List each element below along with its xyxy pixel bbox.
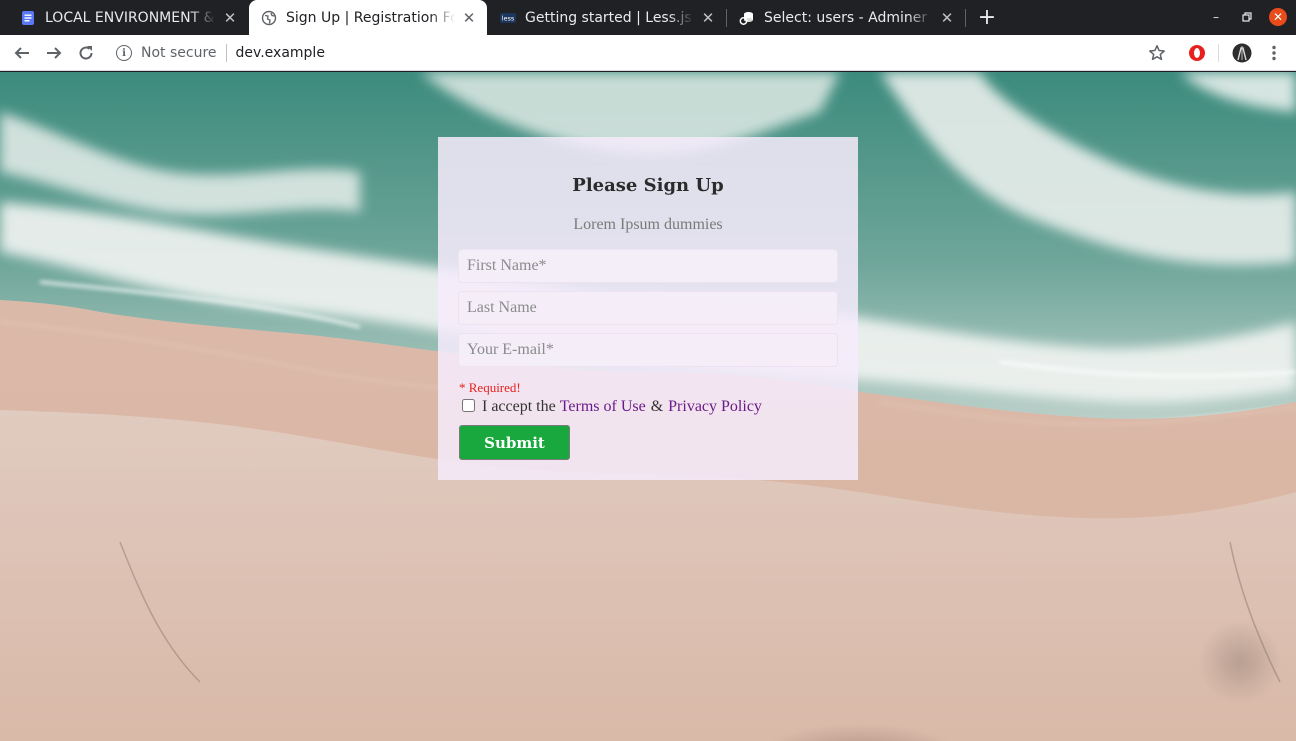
tab-local-environment[interactable]: LOCAL ENVIRONMENT & ✕: [8, 0, 248, 35]
docs-icon: [20, 10, 36, 26]
close-icon[interactable]: ✕: [698, 8, 718, 28]
form-title: Please Sign Up: [572, 175, 724, 196]
close-icon[interactable]: ✕: [220, 8, 240, 28]
tab-title: LOCAL ENVIRONMENT &: [45, 9, 215, 26]
privacy-policy-link[interactable]: Privacy Policy: [668, 398, 762, 416]
tab-separator: [965, 9, 966, 27]
required-note: * Required!: [459, 380, 521, 395]
minimize-icon[interactable]: –: [1207, 8, 1225, 26]
reload-icon[interactable]: [72, 39, 100, 67]
close-icon[interactable]: ✕: [937, 8, 957, 28]
terms-of-use-link[interactable]: Terms of Use: [560, 398, 646, 416]
last-name-field[interactable]: [458, 291, 838, 325]
tab-strip: LOCAL ENVIRONMENT & ✕ Sign Up | Registra…: [0, 0, 1296, 35]
tab-adminer[interactable]: Select: users - Adminer ✕: [727, 0, 965, 35]
tab-less-js[interactable]: less Getting started | Less.js ✕: [488, 0, 726, 35]
profile-avatar[interactable]: [1228, 39, 1256, 67]
signup-card: Please Sign Up Lorem Ipsum dummies * Req…: [438, 137, 858, 480]
accept-terms-checkbox[interactable]: [462, 399, 475, 412]
new-tab-button[interactable]: +: [975, 5, 999, 30]
close-icon[interactable]: ✕: [459, 8, 479, 28]
info-icon: i: [116, 45, 132, 61]
accept-terms-row: I accept the Terms of Use & Privacy Policy: [462, 398, 762, 416]
back-icon[interactable]: [8, 39, 36, 67]
submit-button[interactable]: Submit: [459, 425, 570, 460]
less-icon: less: [500, 10, 516, 26]
opera-extension-icon[interactable]: [1183, 39, 1211, 67]
toolbar-divider: [1218, 44, 1219, 62]
tab-title: Sign Up | Registration For: [286, 9, 455, 26]
window-close-icon[interactable]: ✕: [1269, 8, 1287, 26]
tab-sign-up[interactable]: Sign Up | Registration For ✕: [249, 0, 487, 35]
accept-prefix: I accept the: [482, 398, 556, 415]
form-subtitle: Lorem Ipsum dummies: [573, 216, 723, 233]
site-info[interactable]: i Not secure dev.example: [116, 43, 325, 63]
email-field[interactable]: [458, 333, 838, 367]
restore-icon[interactable]: [1238, 8, 1256, 26]
less-icon-label: less: [502, 14, 515, 22]
tab-title: Select: users - Adminer: [764, 9, 928, 26]
url-text[interactable]: dev.example: [236, 45, 325, 61]
browser-toolbar: i Not secure dev.example: [0, 35, 1296, 71]
omnibox-divider: [225, 44, 227, 62]
page-viewport: Please Sign Up Lorem Ipsum dummies * Req…: [0, 72, 1296, 741]
forward-icon[interactable]: [40, 39, 68, 67]
first-name-field[interactable]: [458, 249, 838, 283]
tab-title: Getting started | Less.js: [525, 9, 692, 26]
adminer-icon: [739, 10, 755, 26]
security-label: Not secure: [141, 45, 217, 61]
globe-icon: [261, 10, 277, 26]
bookmark-star-icon[interactable]: [1143, 39, 1171, 67]
ampersand: &: [650, 398, 664, 415]
menu-dots-icon[interactable]: [1260, 39, 1288, 67]
